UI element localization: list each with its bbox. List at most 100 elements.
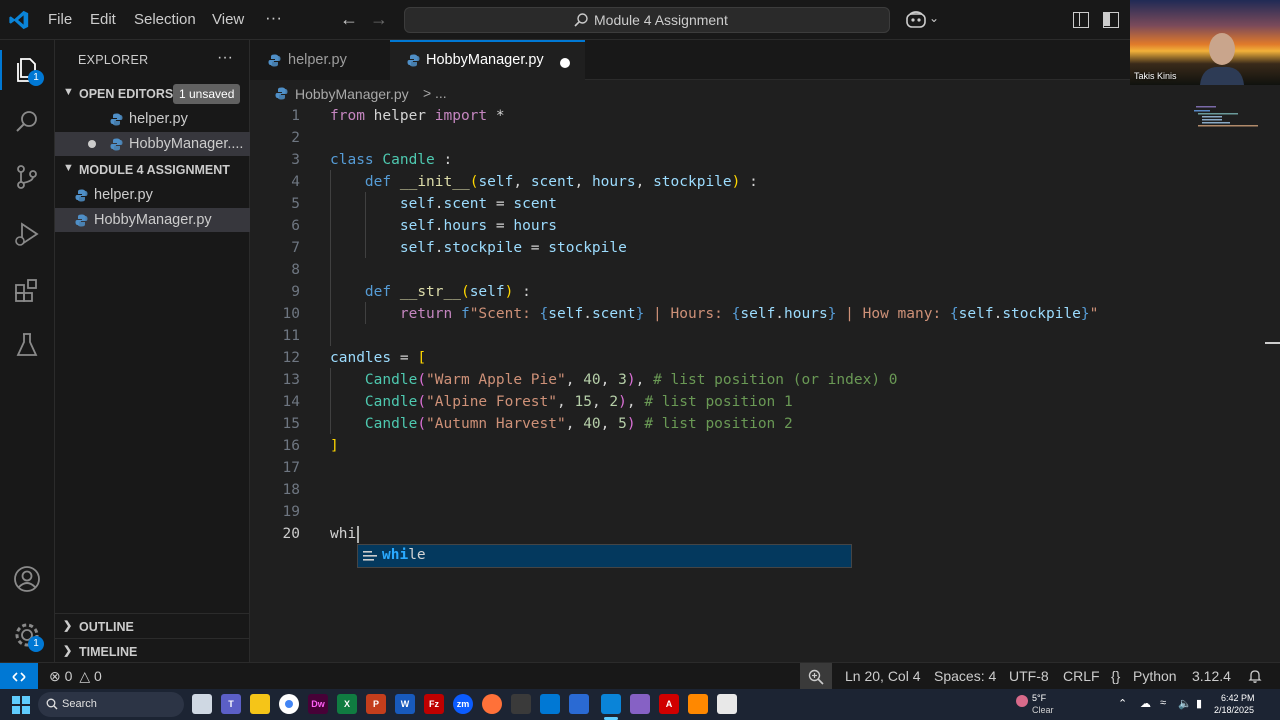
- teams-icon[interactable]: T: [221, 694, 241, 714]
- code-line: 10 return f"Scent: {self.scent} | Hours:…: [282, 306, 1099, 322]
- volume-icon[interactable]: 🔈: [1178, 697, 1192, 710]
- chevron-down-icon[interactable]: ⌄: [929, 11, 939, 25]
- chevron-up-icon[interactable]: ⌃: [1118, 697, 1127, 710]
- tab-hobbymanager[interactable]: HobbyManager.py: [390, 40, 585, 80]
- explorer-badge: 1: [28, 70, 44, 86]
- code-editor[interactable]: 1 from helper import * 2 3 class Candle : …: [250, 104, 1265, 662]
- person-silhouette: [1200, 33, 1244, 85]
- breadcrumb-symbols[interactable]: ...: [435, 85, 447, 101]
- zoom-button[interactable]: [800, 663, 832, 690]
- indentation[interactable]: Spaces: 4: [934, 668, 996, 684]
- accounts-icon[interactable]: [12, 564, 42, 594]
- back-arrow-icon[interactable]: ←: [340, 9, 358, 30]
- settings-app-icon[interactable]: [540, 694, 560, 714]
- menu-file[interactable]: File: [48, 11, 72, 28]
- suggestion-item[interactable]: while: [358, 545, 851, 567]
- task-view-icon[interactable]: [192, 694, 212, 714]
- explorer-sidebar: EXPLORER ··· ▼ OPEN EDITORS 1 unsaved he…: [55, 40, 250, 662]
- onedrive-icon[interactable]: ☁: [1140, 697, 1151, 710]
- tab-helper[interactable]: helper.py: [250, 40, 390, 80]
- python-file-icon: [75, 214, 88, 227]
- problems-indicator[interactable]: ⊗ 0 △ 0: [49, 668, 102, 685]
- source-control-icon[interactable]: [12, 162, 42, 192]
- search-label: Search: [62, 698, 97, 710]
- run-debug-icon[interactable]: [12, 219, 42, 249]
- testing-icon[interactable]: [12, 330, 42, 360]
- firefox-icon[interactable]: [482, 694, 502, 714]
- excel-icon[interactable]: X: [337, 694, 357, 714]
- menu-more[interactable]: ···: [265, 8, 282, 28]
- windows-start-icon[interactable]: [12, 696, 30, 714]
- acrobat-icon[interactable]: A: [659, 694, 679, 714]
- editor-tab-bar: helper.py HobbyManager.py: [250, 40, 1130, 80]
- clock-time[interactable]: 6:42 PM: [1221, 693, 1255, 703]
- folder-header[interactable]: ▼ MODULE 4 ASSIGNMENT: [55, 159, 250, 181]
- more-actions-icon[interactable]: ···: [217, 49, 233, 67]
- app-icon[interactable]: [511, 694, 531, 714]
- file-explorer-icon[interactable]: [250, 694, 270, 714]
- timeline-section[interactable]: ❯ TIMELINE: [55, 638, 250, 662]
- open-editor-label: helper.py: [129, 111, 188, 127]
- snipping-tool-icon[interactable]: [717, 694, 737, 714]
- unsaved-badge: 1 unsaved: [173, 84, 241, 104]
- file-label: HobbyManager.py: [94, 212, 212, 228]
- search-icon: [574, 13, 588, 27]
- dirty-indicator: [88, 140, 96, 148]
- vscode-window: File Edit Selection View ··· ← → Module …: [0, 0, 1280, 720]
- word-icon[interactable]: W: [395, 694, 415, 714]
- file-helper[interactable]: helper.py: [55, 183, 250, 207]
- wifi-icon[interactable]: ≈: [1160, 697, 1166, 709]
- code-line: 9 def __str__(self) :: [291, 284, 531, 300]
- search-icon[interactable]: [12, 107, 42, 137]
- powerpoint-icon[interactable]: P: [366, 694, 386, 714]
- open-editor-helper[interactable]: helper.py: [55, 107, 250, 131]
- cursor-position[interactable]: Ln 20, Col 4: [845, 668, 921, 684]
- minimap[interactable]: [1190, 104, 1260, 134]
- filezilla-icon[interactable]: Fz: [424, 694, 444, 714]
- visual-studio-icon[interactable]: [630, 694, 650, 714]
- error-count: 0: [64, 668, 73, 684]
- chevron-right-icon: ❯: [63, 645, 73, 657]
- command-center[interactable]: Module 4 Assignment: [404, 7, 890, 33]
- chevron-right-icon: ❯: [63, 620, 73, 632]
- taskbar-search[interactable]: Search: [38, 692, 184, 717]
- warning-icon: △: [79, 668, 91, 684]
- bell-icon[interactable]: [1247, 668, 1263, 684]
- outline-section[interactable]: ❯ OUTLINE: [55, 613, 250, 637]
- weather-widget[interactable]: 5°F Clear: [1014, 691, 1064, 718]
- explorer-title: EXPLORER: [78, 53, 149, 67]
- menu-selection[interactable]: Selection: [134, 11, 196, 28]
- copilot-icon[interactable]: [905, 10, 927, 30]
- python-interpreter[interactable]: 3.12.4: [1192, 668, 1231, 684]
- chrome-icon[interactable]: [279, 694, 299, 714]
- remote-indicator[interactable]: [0, 663, 38, 690]
- open-editor-hobbymanager[interactable]: HobbyManager....: [55, 132, 250, 156]
- menu-view[interactable]: View: [212, 11, 244, 28]
- unsaved-dot-icon[interactable]: [560, 58, 570, 68]
- language-mode[interactable]: Python: [1133, 668, 1177, 684]
- app-icon[interactable]: [569, 694, 589, 714]
- vscode-taskbar-icon[interactable]: [601, 694, 621, 714]
- encoding[interactable]: UTF-8: [1009, 668, 1049, 684]
- dreamweaver-icon[interactable]: Dw: [308, 694, 328, 714]
- code-line: 3 class Candle :: [291, 152, 453, 168]
- forward-arrow-icon[interactable]: →: [370, 9, 388, 30]
- code-line: 2: [291, 130, 300, 146]
- toggle-panel-icon[interactable]: [1073, 12, 1089, 28]
- title-bar: File Edit Selection View ··· ← → Module …: [0, 0, 1280, 85]
- battery-icon[interactable]: ▮: [1196, 697, 1202, 710]
- extensions-icon[interactable]: [12, 275, 42, 305]
- clock-date[interactable]: 2/18/2025: [1214, 705, 1254, 715]
- open-editors-header[interactable]: ▼ OPEN EDITORS 1 unsaved: [55, 83, 250, 105]
- zoom-app-icon[interactable]: zm: [453, 694, 473, 714]
- line-ending[interactable]: CRLF: [1063, 668, 1100, 684]
- code-line: 14 Candle("Alpine Forest", 15, 2), # lis…: [282, 394, 793, 410]
- outline-label: OUTLINE: [79, 620, 134, 634]
- toggle-sidebar-icon[interactable]: [1103, 12, 1119, 28]
- code-line: 16]: [282, 438, 339, 454]
- breadcrumb-file[interactable]: HobbyManager.py: [295, 86, 409, 102]
- file-hobbymanager[interactable]: HobbyManager.py: [55, 208, 250, 232]
- vlc-icon[interactable]: [688, 694, 708, 714]
- menu-edit[interactable]: Edit: [90, 11, 116, 28]
- python-file-icon: [275, 87, 288, 100]
